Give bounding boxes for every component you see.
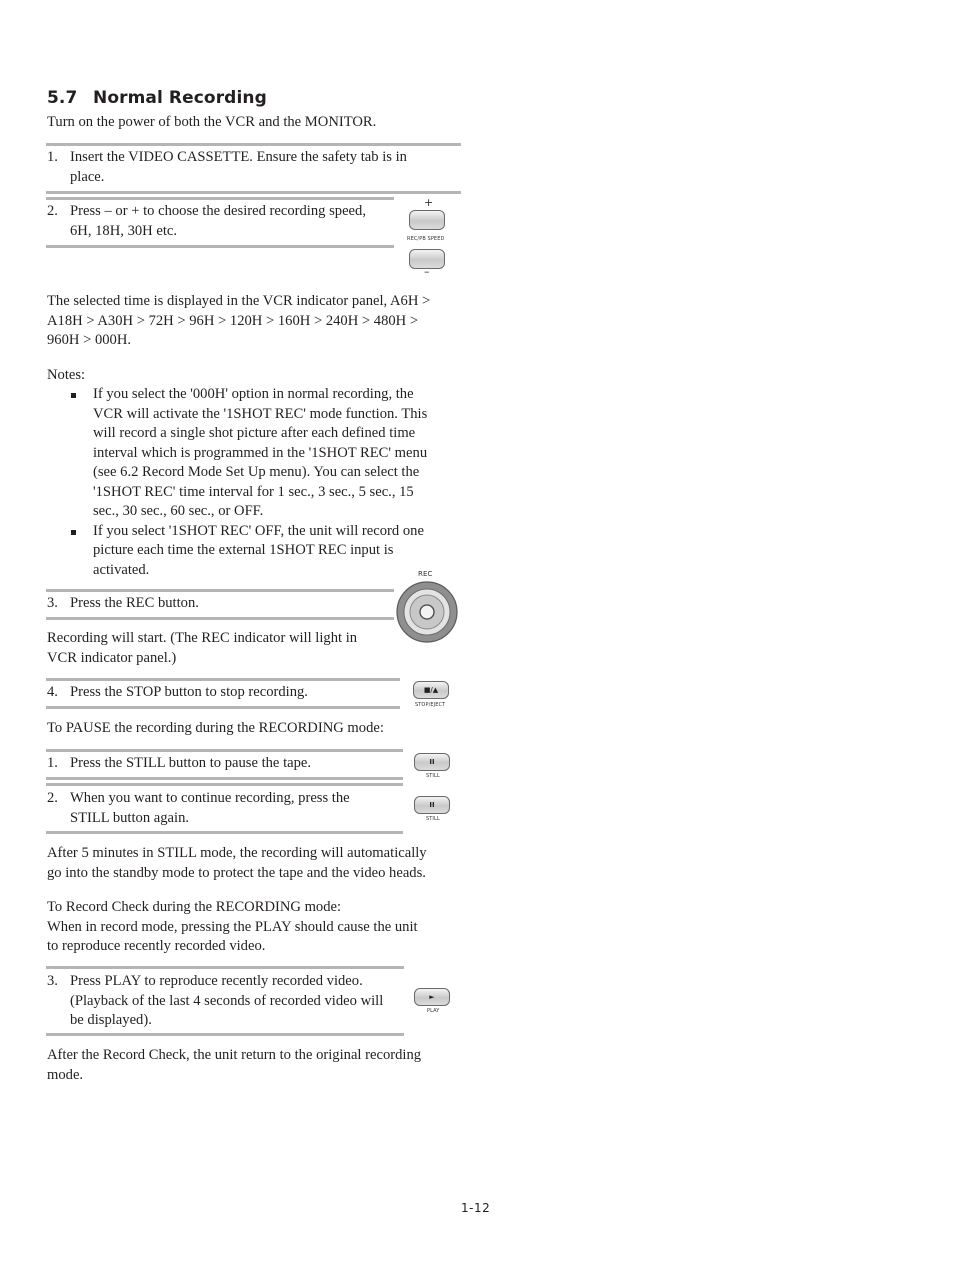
rec-caption: REC [418, 570, 433, 578]
note-line: VCR will activate the '1SHOT REC' mode f… [93, 405, 428, 422]
page-number: 1-12 [461, 1201, 491, 1215]
divider [46, 197, 394, 200]
intro-text: Turn on the power of both the VCR and th… [47, 114, 377, 130]
still-mode-note: After 5 minutes in STILL mode, the recor… [47, 844, 427, 883]
step-line: STILL button again. [70, 809, 190, 826]
pause-heading: To PAUSE the recording during the RECORD… [47, 720, 384, 736]
stop-eject-caption: STOP/EJECT [415, 702, 446, 708]
section-title: 5.7 Normal Recording [47, 87, 267, 109]
notes-list: If you select the '000H' option in norma… [70, 385, 427, 580]
paragraph-line: To Record Check during the RECORDING mod… [47, 899, 342, 915]
step-number: 3. [47, 595, 58, 611]
step-line: be displayed). [70, 1012, 152, 1028]
paragraph-line: to reproduce recently recorded video. [47, 938, 266, 954]
note-line: If you select the '000H' option in norma… [93, 386, 414, 402]
stop-eject-icon: ■/▲ [423, 686, 439, 694]
divider [46, 783, 403, 786]
paragraph-line: After the Record Check, the unit return … [47, 1047, 422, 1063]
step-number: 2. [47, 203, 58, 219]
note-line: will record a single shot picture after … [93, 425, 416, 441]
step-text: Press the STOP button to stop recording. [70, 684, 308, 700]
step-line: Press – or + to choose the desired recor… [70, 203, 366, 219]
recording-start-paragraph: Recording will start. (The REC indicator… [47, 629, 357, 668]
divider [46, 749, 403, 752]
paragraph-line: Recording will start. (The REC indicator… [47, 630, 358, 646]
still-caption: STILL [426, 773, 440, 779]
note-line: (see 6.2 Record Mode Set Up menu). You c… [93, 464, 420, 480]
record-check-paragraph: To Record Check during the RECORDING mod… [47, 898, 418, 957]
plus-sign: + [424, 196, 434, 209]
paragraph-line: VCR indicator panel.) [47, 649, 177, 666]
note-line: activated. [93, 561, 150, 578]
note-line: If you select '1SHOT REC' OFF, the unit … [93, 522, 424, 539]
divider [46, 589, 394, 592]
paragraph-line: go into the standby mode to protect the … [47, 864, 426, 881]
step-number: 1. [47, 149, 58, 165]
step-number: 4. [47, 684, 58, 700]
step-text: When you want to continue recording, pre… [70, 789, 350, 828]
note-line: picture each time the external 1SHOT REC… [93, 542, 394, 558]
still-button[interactable]: II [414, 796, 450, 814]
paragraph-line: The selected time is displayed in the VC… [47, 293, 431, 309]
step-line: Press PLAY to reproduce recently recorde… [70, 973, 363, 989]
divider [46, 678, 400, 681]
stop-eject-button[interactable]: ■/▲ [413, 681, 449, 699]
bullet-icon [71, 529, 76, 535]
divider [46, 191, 461, 194]
bullet-icon [71, 393, 76, 398]
step-text: Press – or + to choose the desired recor… [70, 202, 366, 241]
step-number: 1. [47, 755, 58, 771]
divider [46, 245, 394, 248]
pause-icon: II [429, 758, 435, 766]
paragraph-line: A18H > A30H > 72H > 96H > 120H > 160H > … [47, 312, 419, 329]
play-icon: ► [429, 993, 435, 1001]
divider [46, 831, 403, 834]
note-line: '1SHOT REC' time interval for 1 sec., 3 … [93, 483, 414, 500]
section-title-text: Normal Recording [93, 88, 267, 108]
speed-caption: REC/PB SPEED [407, 236, 445, 242]
still-button[interactable]: II [414, 753, 450, 771]
step-line: Insert the VIDEO CASSETTE. Ensure the sa… [70, 149, 407, 165]
step-line: 6H, 18H, 30H etc. [70, 222, 178, 239]
note-item: If you select the '000H' option in norma… [70, 385, 427, 522]
rec-button[interactable] [395, 580, 459, 644]
note-line: interval which is programmed in the '1SH… [93, 444, 428, 461]
paragraph-line: 960H > 000H. [47, 332, 132, 348]
step-text: Insert the VIDEO CASSETTE. Ensure the sa… [70, 148, 407, 187]
step-text: Press the STILL button to pause the tape… [70, 755, 312, 771]
divider [46, 143, 461, 146]
play-button[interactable]: ► [414, 988, 450, 1006]
step-line: (Playback of the last 4 seconds of recor… [70, 992, 384, 1009]
notes-heading: Notes: [47, 367, 86, 383]
step-text: Press PLAY to reproduce recently recorde… [70, 972, 383, 1031]
step-line: When you want to continue recording, pre… [70, 790, 350, 806]
still-caption: STILL [426, 816, 440, 822]
pause-icon: II [429, 801, 435, 809]
paragraph-line: When in record mode, pressing the PLAY s… [47, 918, 418, 935]
after-check-paragraph: After the Record Check, the unit return … [47, 1046, 421, 1085]
speed-sequence-paragraph: The selected time is displayed in the VC… [47, 292, 430, 351]
step-number: 3. [47, 973, 58, 989]
rec-dot-icon [419, 604, 435, 620]
play-caption: PLAY [427, 1008, 440, 1014]
paragraph-line: After 5 minutes in STILL mode, the recor… [47, 845, 427, 861]
minus-sign: – [424, 265, 430, 278]
note-line: sec., 30 sec., 60 sec., or OFF. [93, 503, 264, 519]
divider [46, 777, 403, 780]
paragraph-line: mode. [47, 1066, 84, 1083]
step-line: place. [70, 168, 105, 185]
divider [46, 1033, 404, 1036]
step-text: Press the REC button. [70, 595, 199, 611]
section-number: 5.7 [47, 88, 78, 108]
speed-plus-button[interactable] [409, 210, 445, 230]
step-number: 2. [47, 790, 58, 806]
note-item: If you select '1SHOT REC' OFF, the unit … [70, 522, 427, 581]
divider [46, 706, 400, 709]
divider [46, 617, 394, 620]
divider [46, 966, 404, 969]
